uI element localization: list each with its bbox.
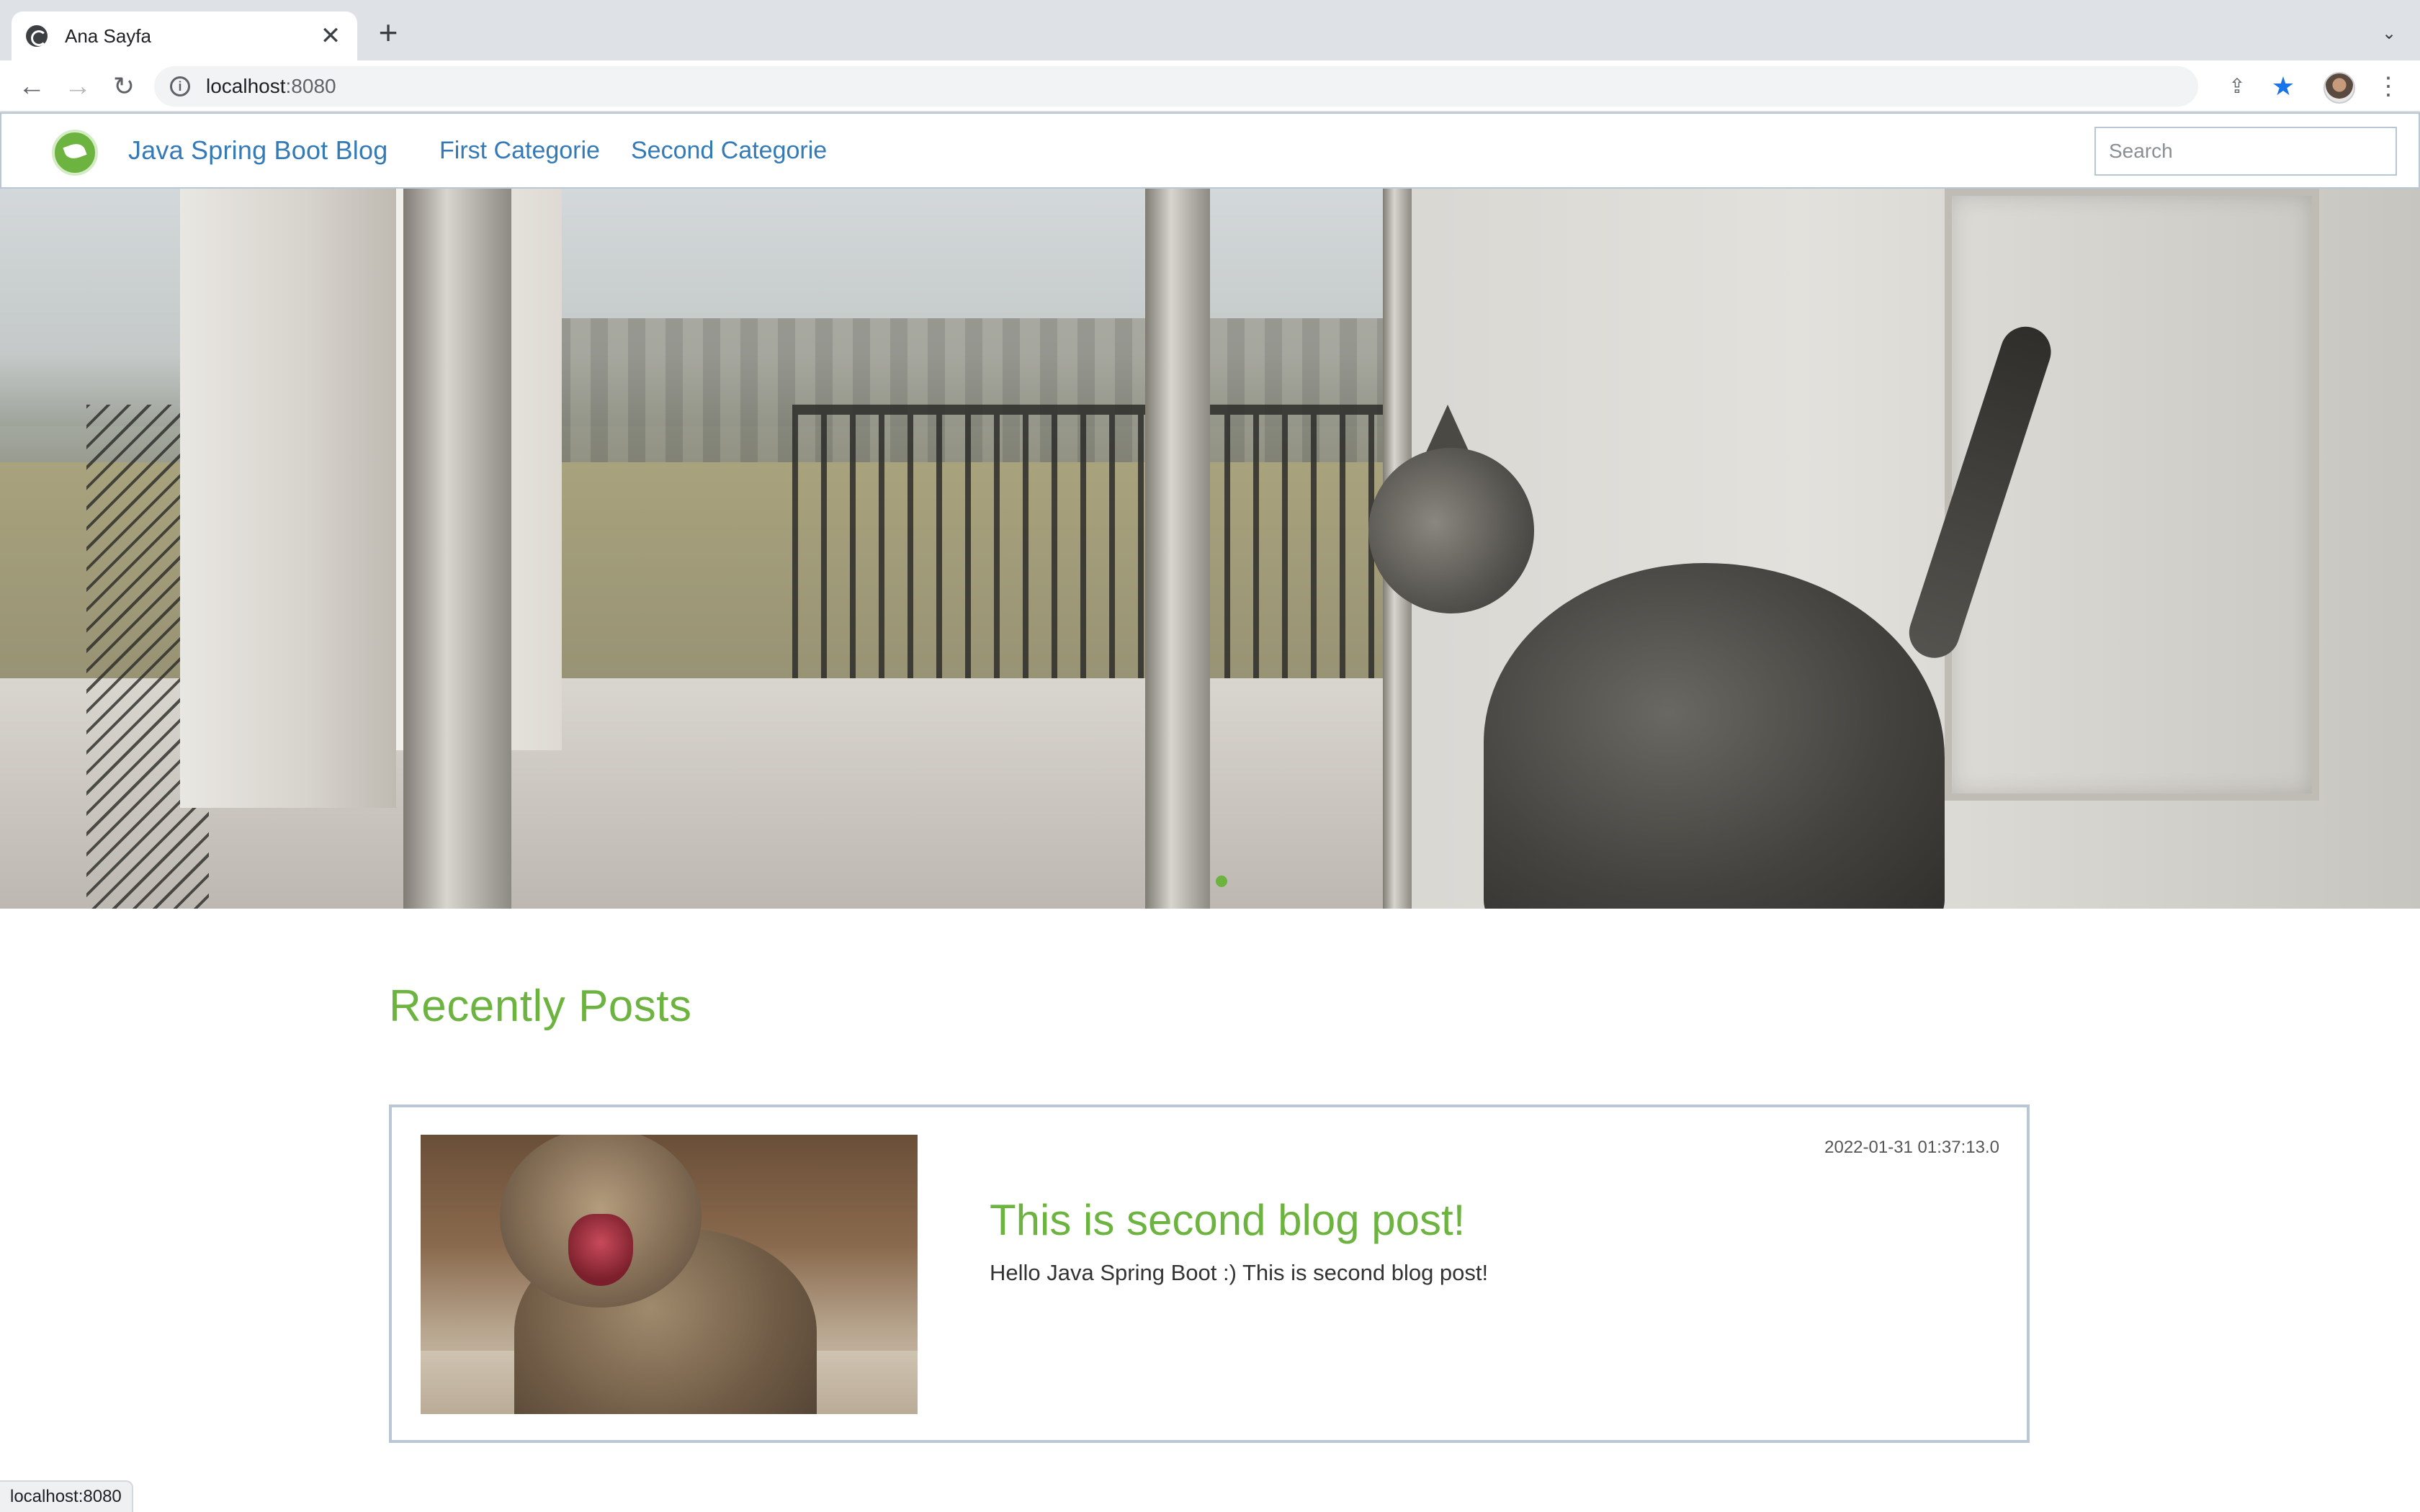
globe-icon xyxy=(26,25,48,47)
spring-leaf-logo-icon[interactable] xyxy=(52,130,98,176)
url-port: :8080 xyxy=(285,75,336,97)
tab-title: Ana Sayfa xyxy=(65,24,151,47)
star-icon[interactable]: ★ xyxy=(2270,73,2296,99)
carousel-indicator-dot[interactable] xyxy=(1216,876,1227,887)
nav-link-second-categorie[interactable]: Second Categorie xyxy=(631,137,827,165)
chevron-down-icon[interactable]: ⌄ xyxy=(2377,22,2401,46)
search-input[interactable] xyxy=(2094,127,2397,176)
info-icon[interactable]: i xyxy=(170,76,190,96)
back-arrow-icon[interactable]: ← xyxy=(16,71,48,102)
hero-banner-image xyxy=(0,189,2420,909)
post-title-link[interactable]: This is second blog post! xyxy=(990,1195,1465,1245)
thumb-kitten-mouth xyxy=(568,1214,633,1286)
hero-window-frame xyxy=(1145,189,1210,909)
new-tab-button[interactable]: + xyxy=(373,16,403,49)
section-title: Recently Posts xyxy=(389,981,692,1031)
browser-tab[interactable]: Ana Sayfa ✕ xyxy=(12,12,357,60)
forward-arrow-icon[interactable]: → xyxy=(62,71,94,102)
post-excerpt: Hello Java Spring Boot :) This is second… xyxy=(990,1260,1489,1285)
post-card[interactable]: 2022-01-31 01:37:13.0 This is second blo… xyxy=(389,1104,2030,1443)
profile-avatar[interactable] xyxy=(2323,72,2355,104)
nav-link-first-categorie[interactable]: First Categorie xyxy=(439,137,600,165)
close-icon[interactable]: ✕ xyxy=(318,24,343,48)
status-bar-url: localhost:8080 xyxy=(0,1480,133,1512)
post-thumbnail-image[interactable] xyxy=(421,1135,918,1414)
brand-link[interactable]: Java Spring Boot Blog xyxy=(128,135,387,166)
hero-cat-head xyxy=(1368,448,1534,613)
reload-icon[interactable]: ↻ xyxy=(108,71,140,102)
site-navbar: Java Spring Boot Blog First Categorie Se… xyxy=(0,112,2420,189)
hero-pillar xyxy=(180,189,396,808)
hero-window-frame xyxy=(403,189,511,909)
share-icon[interactable]: ⇪ xyxy=(2224,73,2250,99)
address-url: localhost:8080 xyxy=(206,75,336,98)
post-date: 2022-01-31 01:37:13.0 xyxy=(1824,1138,1999,1157)
url-host: localhost xyxy=(206,75,286,97)
browser-tabstrip: Ana Sayfa ✕ + ⌄ xyxy=(0,0,2420,60)
browser-toolbar: ← → ↻ i localhost:8080 ⇪ ★ ⋮ xyxy=(0,60,2420,112)
address-bar[interactable]: i localhost:8080 xyxy=(154,66,2198,107)
kebab-menu-icon[interactable]: ⋮ xyxy=(2375,73,2401,99)
